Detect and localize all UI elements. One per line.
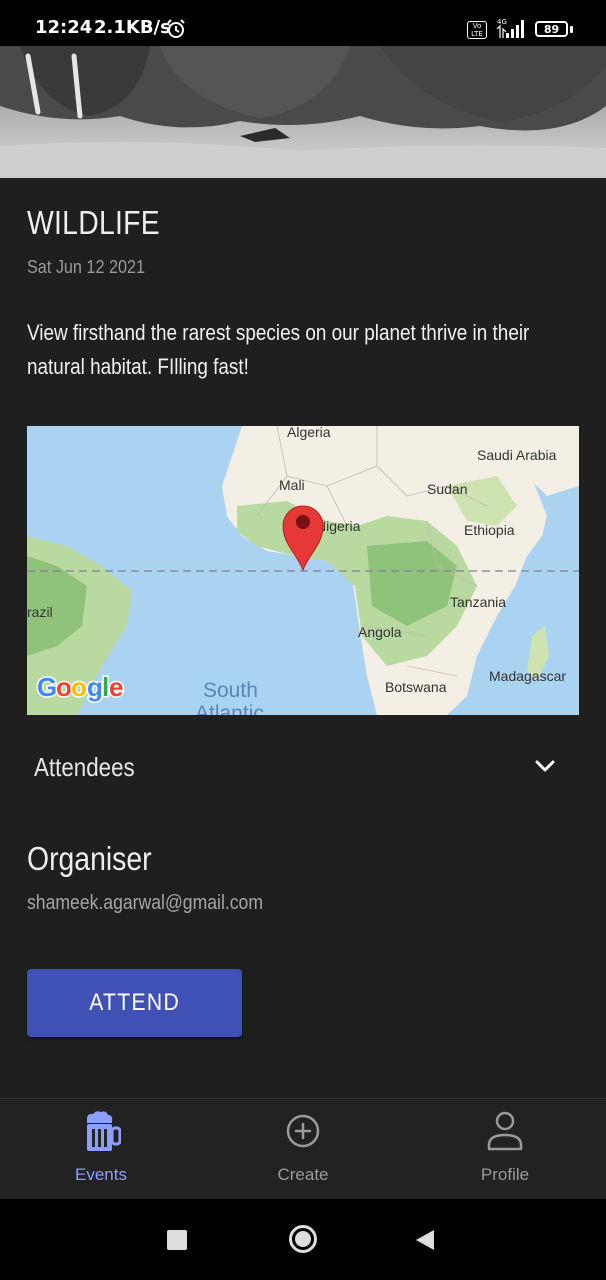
nav-item-create[interactable]: Create [202, 1099, 404, 1200]
battery-icon: 89 [535, 21, 575, 39]
nav-label-profile: Profile [480, 1165, 530, 1184]
map-label-tanzania: Tanzania [450, 594, 506, 610]
map-label-madagascar: Madagascar [489, 668, 566, 684]
signal-icon: 4G [496, 18, 524, 38]
map-label-atlantic: Atlantic [195, 702, 264, 715]
event-cover-image [0, 46, 606, 178]
battery-level: 89 [535, 21, 568, 37]
attend-button[interactable]: ATTEND [27, 969, 242, 1037]
nav-label-events: Events [75, 1165, 127, 1184]
attend-button-label: ATTEND [89, 989, 180, 1016]
organiser-heading: Organiser [27, 840, 152, 877]
map-label-ethiopia: Ethiopia [464, 522, 515, 538]
attendees-expander[interactable]: Attendees [0, 740, 606, 796]
map-label-algeria: Algeria [287, 426, 331, 440]
attendees-label: Attendees [34, 752, 135, 782]
map-label-saudi-arabia: Saudi Arabia [477, 447, 557, 463]
map-label-sudan: Sudan [427, 481, 467, 497]
nav-label-create: Create [277, 1165, 329, 1184]
status-bar: 12:24 2.1KB/s Vo LTE 4G 89 [0, 0, 606, 46]
status-time: 12:24 [35, 17, 93, 38]
add-circle-icon [286, 1114, 320, 1148]
map-label-south-atlantic: South [203, 679, 258, 702]
recent-apps-icon[interactable] [167, 1230, 187, 1250]
nav-item-events[interactable]: Events [0, 1099, 202, 1200]
svg-text:g: g [87, 672, 103, 702]
person-icon [487, 1111, 523, 1151]
event-description: View firsthand the rarest species on our… [27, 320, 530, 379]
network-type-label: 4G [497, 18, 507, 26]
svg-text:o: o [71, 672, 87, 702]
map-label-botswana: Botswana [385, 679, 447, 695]
bottom-navigation: Events Create Profile [0, 1098, 606, 1200]
system-navigation-bar [0, 1199, 606, 1280]
map-label-mali: Mali [279, 477, 305, 493]
google-logo: G o o g l e [36, 671, 125, 704]
event-location-map[interactable]: Algeria Saudi Arabia Mali Sudan Nigeria … [27, 426, 579, 715]
chevron-down-icon[interactable] [533, 754, 557, 778]
map-label-brazil: razil [27, 604, 53, 620]
status-network-speed: 2.1KB/s [94, 17, 171, 38]
map-label-angola: Angola [358, 624, 402, 640]
volte-icon: Vo LTE [467, 21, 487, 39]
svg-text:o: o [56, 672, 72, 702]
beer-mug-icon [87, 1111, 121, 1151]
svg-text:e: e [109, 672, 123, 702]
event-date: Sat Jun 12 2021 [27, 257, 145, 277]
organiser-email: shameek.agarwal@gmail.com [27, 892, 264, 914]
event-title: WILDLIFE [27, 204, 160, 241]
svg-text:G: G [37, 672, 57, 702]
home-icon[interactable] [288, 1224, 318, 1254]
back-icon[interactable] [414, 1228, 436, 1252]
alarm-icon [167, 19, 185, 38]
nav-item-profile[interactable]: Profile [404, 1099, 606, 1200]
